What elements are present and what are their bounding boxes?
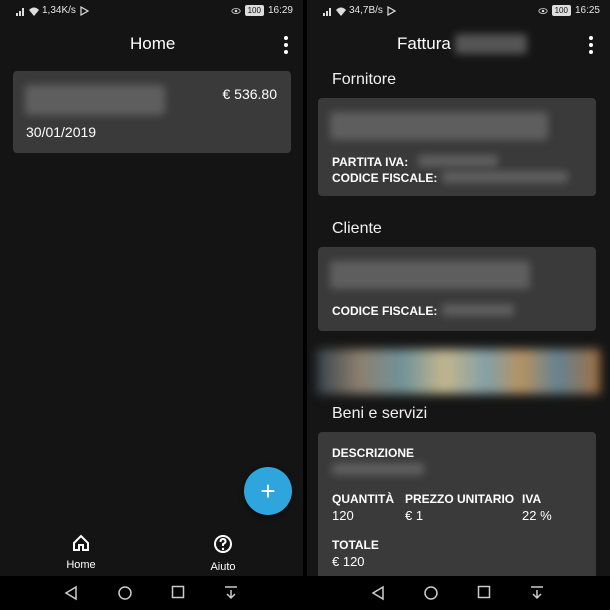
app-bar: Home (0, 22, 303, 66)
battery-level: 100 (551, 5, 571, 16)
quantity-label: QUANTITÀ (332, 492, 394, 506)
home-circle-icon[interactable] (423, 585, 439, 601)
status-bar: 1,34K/s 100 16:29 (0, 0, 303, 22)
clock: 16:29 (267, 5, 293, 16)
battery-level: 100 (244, 5, 264, 16)
signal-icon (323, 7, 331, 16)
status-bar: 34,7B/s 100 16:25 (307, 0, 610, 22)
network-speed: 34,7B/s (349, 5, 383, 16)
invoice-date: 30/01/2019 (26, 124, 97, 140)
supplier-section-title: Fornitore (332, 71, 397, 88)
goods-section-title: Beni e servizi (332, 405, 428, 422)
redacted-name (25, 85, 165, 115)
back-icon[interactable] (64, 585, 78, 601)
nav-help[interactable]: Aiuto (188, 534, 258, 573)
network-speed: 1,34K/s (42, 5, 76, 16)
clock: 16:25 (574, 5, 600, 16)
home-icon (73, 534, 89, 551)
recents-icon[interactable] (171, 585, 185, 599)
eye-icon (538, 7, 548, 14)
plus-icon: + (260, 475, 276, 506)
overflow-menu-icon[interactable] (279, 36, 293, 54)
eye-icon (231, 7, 241, 14)
total-label: TOTALE (332, 538, 379, 552)
page-title: Home (130, 34, 176, 53)
wifi-icon (336, 7, 346, 16)
unit-price-label: PREZZO UNITARIO (405, 492, 515, 506)
add-invoice-button[interactable]: + (244, 467, 292, 515)
help-icon (214, 535, 232, 553)
redacted-invoice-number (455, 34, 527, 54)
home-circle-icon[interactable] (117, 585, 133, 601)
vat-value: 22 % (522, 508, 552, 523)
back-icon[interactable] (371, 585, 385, 601)
app-bar: Fattura (307, 22, 610, 66)
wifi-icon (29, 7, 39, 16)
redacted-description (332, 463, 424, 475)
client-section-title: Cliente (332, 220, 382, 237)
notification-pull-icon[interactable] (530, 585, 544, 601)
goods-card: DESCRIZIONE QUANTITÀ 120 PREZZO UNITARIO… (318, 432, 596, 582)
redacted-tax-code (442, 171, 568, 183)
unit-price-value: € 1 (405, 508, 424, 523)
vat-label: IVA (522, 492, 542, 506)
client-card: CODICE FISCALE: (318, 247, 596, 331)
play-icon (80, 5, 89, 16)
overflow-menu-icon[interactable] (584, 36, 598, 54)
signal-icon (16, 7, 24, 16)
nav-help-label: Aiuto (210, 561, 236, 573)
nav-home-label: Home (66, 559, 96, 571)
description-label: DESCRIZIONE (332, 446, 415, 460)
invoice-amount: € 536.80 (222, 86, 278, 102)
system-navigation-bar (0, 576, 303, 610)
supplier-card: PARTITA IVA: CODICE FISCALE: (318, 98, 596, 196)
bottom-navigation: Home Aiuto (0, 528, 303, 576)
page-title: Fattura (397, 34, 451, 53)
redacted-banner (317, 349, 600, 394)
redacted-vat (418, 155, 498, 167)
nav-home[interactable]: Home (46, 534, 116, 571)
play-icon (387, 5, 396, 16)
system-navigation-bar (307, 576, 610, 610)
invoice-detail-screen: 34,7B/s 100 16:25 Fattura Fornitore PART… (307, 0, 610, 610)
client-tax-code-label: CODICE FISCALE: (332, 304, 438, 318)
home-screen: 1,34K/s 100 16:29 Home € 536.80 30/01/20… (0, 0, 303, 610)
redacted-client-name (330, 261, 530, 289)
recents-icon[interactable] (477, 585, 491, 599)
supplier-vat-label: PARTITA IVA: (332, 155, 409, 169)
redacted-client-tax-code (442, 304, 514, 316)
invoice-card[interactable]: € 536.80 30/01/2019 (13, 71, 291, 153)
supplier-tax-code-label: CODICE FISCALE: (332, 171, 438, 185)
notification-pull-icon[interactable] (224, 585, 238, 601)
quantity-value: 120 (332, 508, 354, 523)
redacted-supplier-name (330, 112, 548, 140)
total-value: € 120 (332, 554, 365, 569)
